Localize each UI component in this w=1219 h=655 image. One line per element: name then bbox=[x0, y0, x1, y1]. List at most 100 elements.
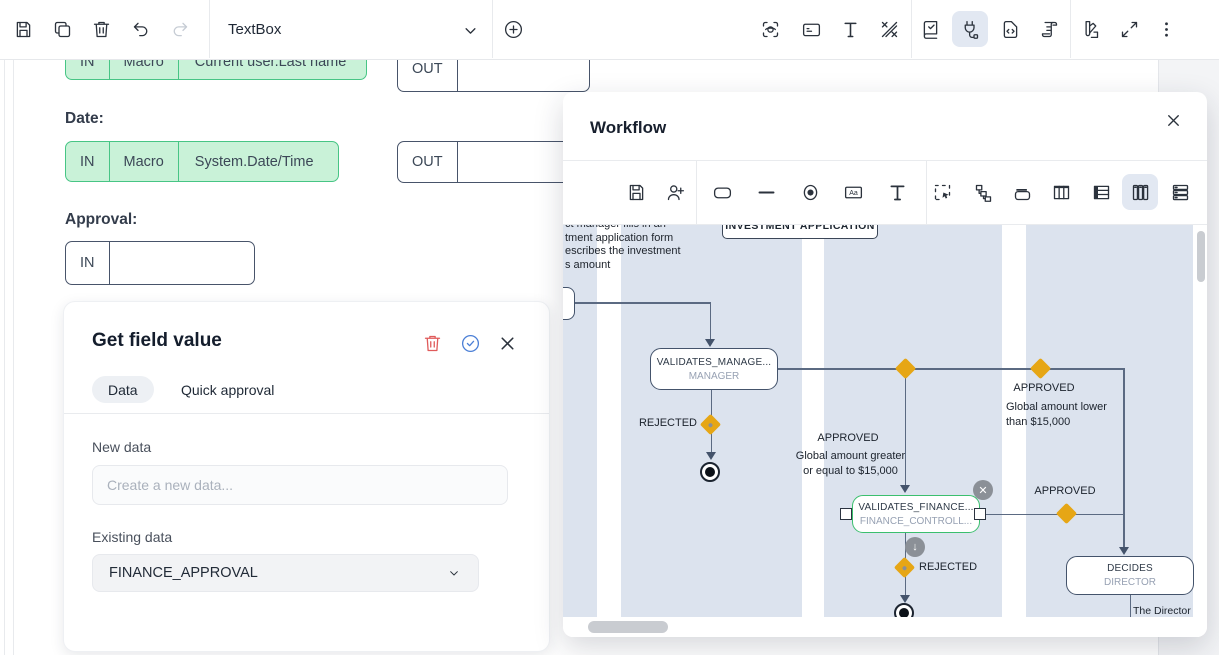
plug-icon bbox=[960, 19, 981, 40]
redo-button[interactable] bbox=[161, 11, 197, 47]
wf-hierarchy-button[interactable] bbox=[965, 174, 1001, 210]
resize-handle-right[interactable] bbox=[974, 508, 986, 520]
fullscreen-button[interactable] bbox=[1111, 11, 1147, 47]
confirm-action-button[interactable] bbox=[452, 325, 488, 361]
undo-button[interactable] bbox=[123, 11, 159, 47]
swatch-book-icon bbox=[1080, 19, 1101, 40]
undo-icon bbox=[131, 19, 152, 40]
text-icon bbox=[887, 182, 908, 203]
start-task-node-partial[interactable] bbox=[563, 287, 575, 320]
node-title: VALIDATES_MANAGE... bbox=[657, 357, 772, 368]
arrowhead bbox=[706, 452, 716, 460]
edge-label-approved: APPROVED bbox=[1025, 485, 1105, 497]
tab-quick-approval[interactable]: Quick approval bbox=[181, 376, 274, 403]
design-tools-button[interactable] bbox=[871, 11, 907, 47]
panel-title: Get field value bbox=[92, 330, 222, 352]
gateway-dot bbox=[708, 422, 714, 428]
arrowhead bbox=[900, 595, 910, 603]
node-subtitle: DIRECTOR bbox=[1104, 577, 1156, 588]
delete-button[interactable] bbox=[83, 11, 119, 47]
panel-divider bbox=[64, 413, 549, 414]
text-tool-button[interactable] bbox=[832, 11, 868, 47]
plus-circle-icon bbox=[503, 19, 524, 40]
annotation-line: escribes the investment bbox=[565, 245, 695, 259]
wf-label-button[interactable]: Aa bbox=[835, 174, 871, 210]
svg-text:Aa: Aa bbox=[849, 190, 858, 197]
gateway-dot bbox=[902, 565, 908, 571]
edge-label-rejected: REJECTED bbox=[637, 417, 697, 429]
duplicate-button[interactable] bbox=[44, 11, 80, 47]
close-icon bbox=[1164, 111, 1183, 130]
element-type-selector[interactable]: TextBox bbox=[228, 0, 281, 58]
wf-assign-user-button[interactable] bbox=[657, 174, 693, 210]
canvas-left-border bbox=[13, 59, 14, 655]
end-event-dot bbox=[899, 608, 909, 617]
horizontal-scrollbar-track[interactable] bbox=[563, 617, 1207, 637]
delete-node-badge[interactable]: ✕ bbox=[973, 480, 993, 500]
org-chart-icon bbox=[973, 182, 994, 203]
horizontal-lanes-icon bbox=[1170, 182, 1191, 203]
wf-vertical-lanes-button[interactable] bbox=[1122, 174, 1158, 210]
workflow-canvas[interactable]: ct manager fills in an tment application… bbox=[563, 225, 1207, 617]
condition-line: or equal to $15,000 bbox=[788, 464, 913, 479]
horizontal-scrollbar-thumb[interactable] bbox=[588, 621, 668, 633]
theme-button[interactable] bbox=[1072, 11, 1108, 47]
wf-task-shape-button[interactable] bbox=[704, 174, 740, 210]
wf-rows-table-button[interactable] bbox=[1083, 174, 1119, 210]
rules-button[interactable] bbox=[912, 11, 948, 47]
field-approval-in-box[interactable]: IN bbox=[65, 241, 255, 285]
line-icon bbox=[756, 182, 777, 203]
expand-node-badge[interactable]: ↓ bbox=[905, 537, 925, 557]
edge bbox=[710, 302, 712, 340]
lane-header-investment-application[interactable]: INVESTMENT APPLICATION bbox=[722, 225, 878, 239]
code-view-button[interactable] bbox=[992, 11, 1028, 47]
app-window: TextBox bbox=[0, 0, 1219, 655]
more-options-button[interactable] bbox=[1148, 11, 1184, 47]
workflow-close-button[interactable] bbox=[1157, 104, 1189, 136]
wf-horizontal-lanes-button[interactable] bbox=[1162, 174, 1198, 210]
tab-data[interactable]: Data bbox=[92, 376, 154, 403]
wf-end-event-button[interactable] bbox=[792, 174, 828, 210]
add-element-button[interactable] bbox=[495, 11, 531, 47]
vertical-scrollbar-thumb[interactable] bbox=[1197, 231, 1205, 282]
task-node-decides-director[interactable]: DECIDES DIRECTOR bbox=[1066, 556, 1194, 595]
save-button[interactable] bbox=[5, 11, 41, 47]
edge bbox=[1123, 368, 1125, 549]
task-node-validates-manager[interactable]: VALIDATES_MANAGE... MANAGER bbox=[650, 348, 778, 390]
chip-in-label: IN bbox=[66, 142, 110, 181]
wf-pool-button[interactable] bbox=[1004, 174, 1040, 210]
trash-icon bbox=[422, 333, 443, 354]
node-subtitle: MANAGER bbox=[689, 371, 740, 382]
arrowhead bbox=[1119, 547, 1129, 555]
close-panel-button[interactable] bbox=[489, 325, 525, 361]
toolbar-divider bbox=[1070, 0, 1071, 58]
form-properties-button[interactable] bbox=[793, 11, 829, 47]
wf-clipped-tool-button[interactable] bbox=[1201, 174, 1207, 210]
text-icon bbox=[840, 19, 861, 40]
wf-text-button[interactable] bbox=[879, 174, 915, 210]
chevron-down-icon bbox=[460, 20, 481, 41]
existing-data-select[interactable]: FINANCE_APPROVAL bbox=[92, 554, 479, 592]
delete-action-button[interactable] bbox=[414, 325, 450, 361]
workflow-title: Workflow bbox=[590, 118, 666, 138]
element-selector-dropdown-toggle[interactable] bbox=[452, 12, 488, 48]
end-event[interactable] bbox=[894, 603, 914, 617]
task-node-validates-finance[interactable]: VALIDATES_FINANCE... FINANCE_CONTROLL... bbox=[852, 495, 980, 533]
wf-columns-table-button[interactable] bbox=[1043, 174, 1079, 210]
end-event[interactable] bbox=[700, 462, 720, 482]
resize-handle-left[interactable] bbox=[840, 508, 852, 520]
wf-connector-button[interactable] bbox=[748, 174, 784, 210]
pencil-ruler-icon bbox=[879, 19, 900, 40]
edge-condition: Global amount lower than $15,000 bbox=[1006, 400, 1126, 430]
wf-save-button[interactable] bbox=[618, 174, 654, 210]
tab-data-label: Data bbox=[108, 382, 138, 398]
edge-label-approved: APPROVED bbox=[808, 432, 888, 444]
wf-select-tool-button[interactable] bbox=[924, 174, 960, 210]
integrations-button[interactable] bbox=[952, 11, 988, 47]
field-date-out-box[interactable]: OUT bbox=[397, 141, 590, 183]
scripts-button[interactable] bbox=[1031, 11, 1067, 47]
new-data-input[interactable] bbox=[92, 465, 508, 505]
out-label: OUT bbox=[398, 142, 458, 182]
preview-button[interactable] bbox=[752, 11, 788, 47]
field-date-macro-chip[interactable]: IN Macro System.Date/Time bbox=[65, 141, 339, 182]
